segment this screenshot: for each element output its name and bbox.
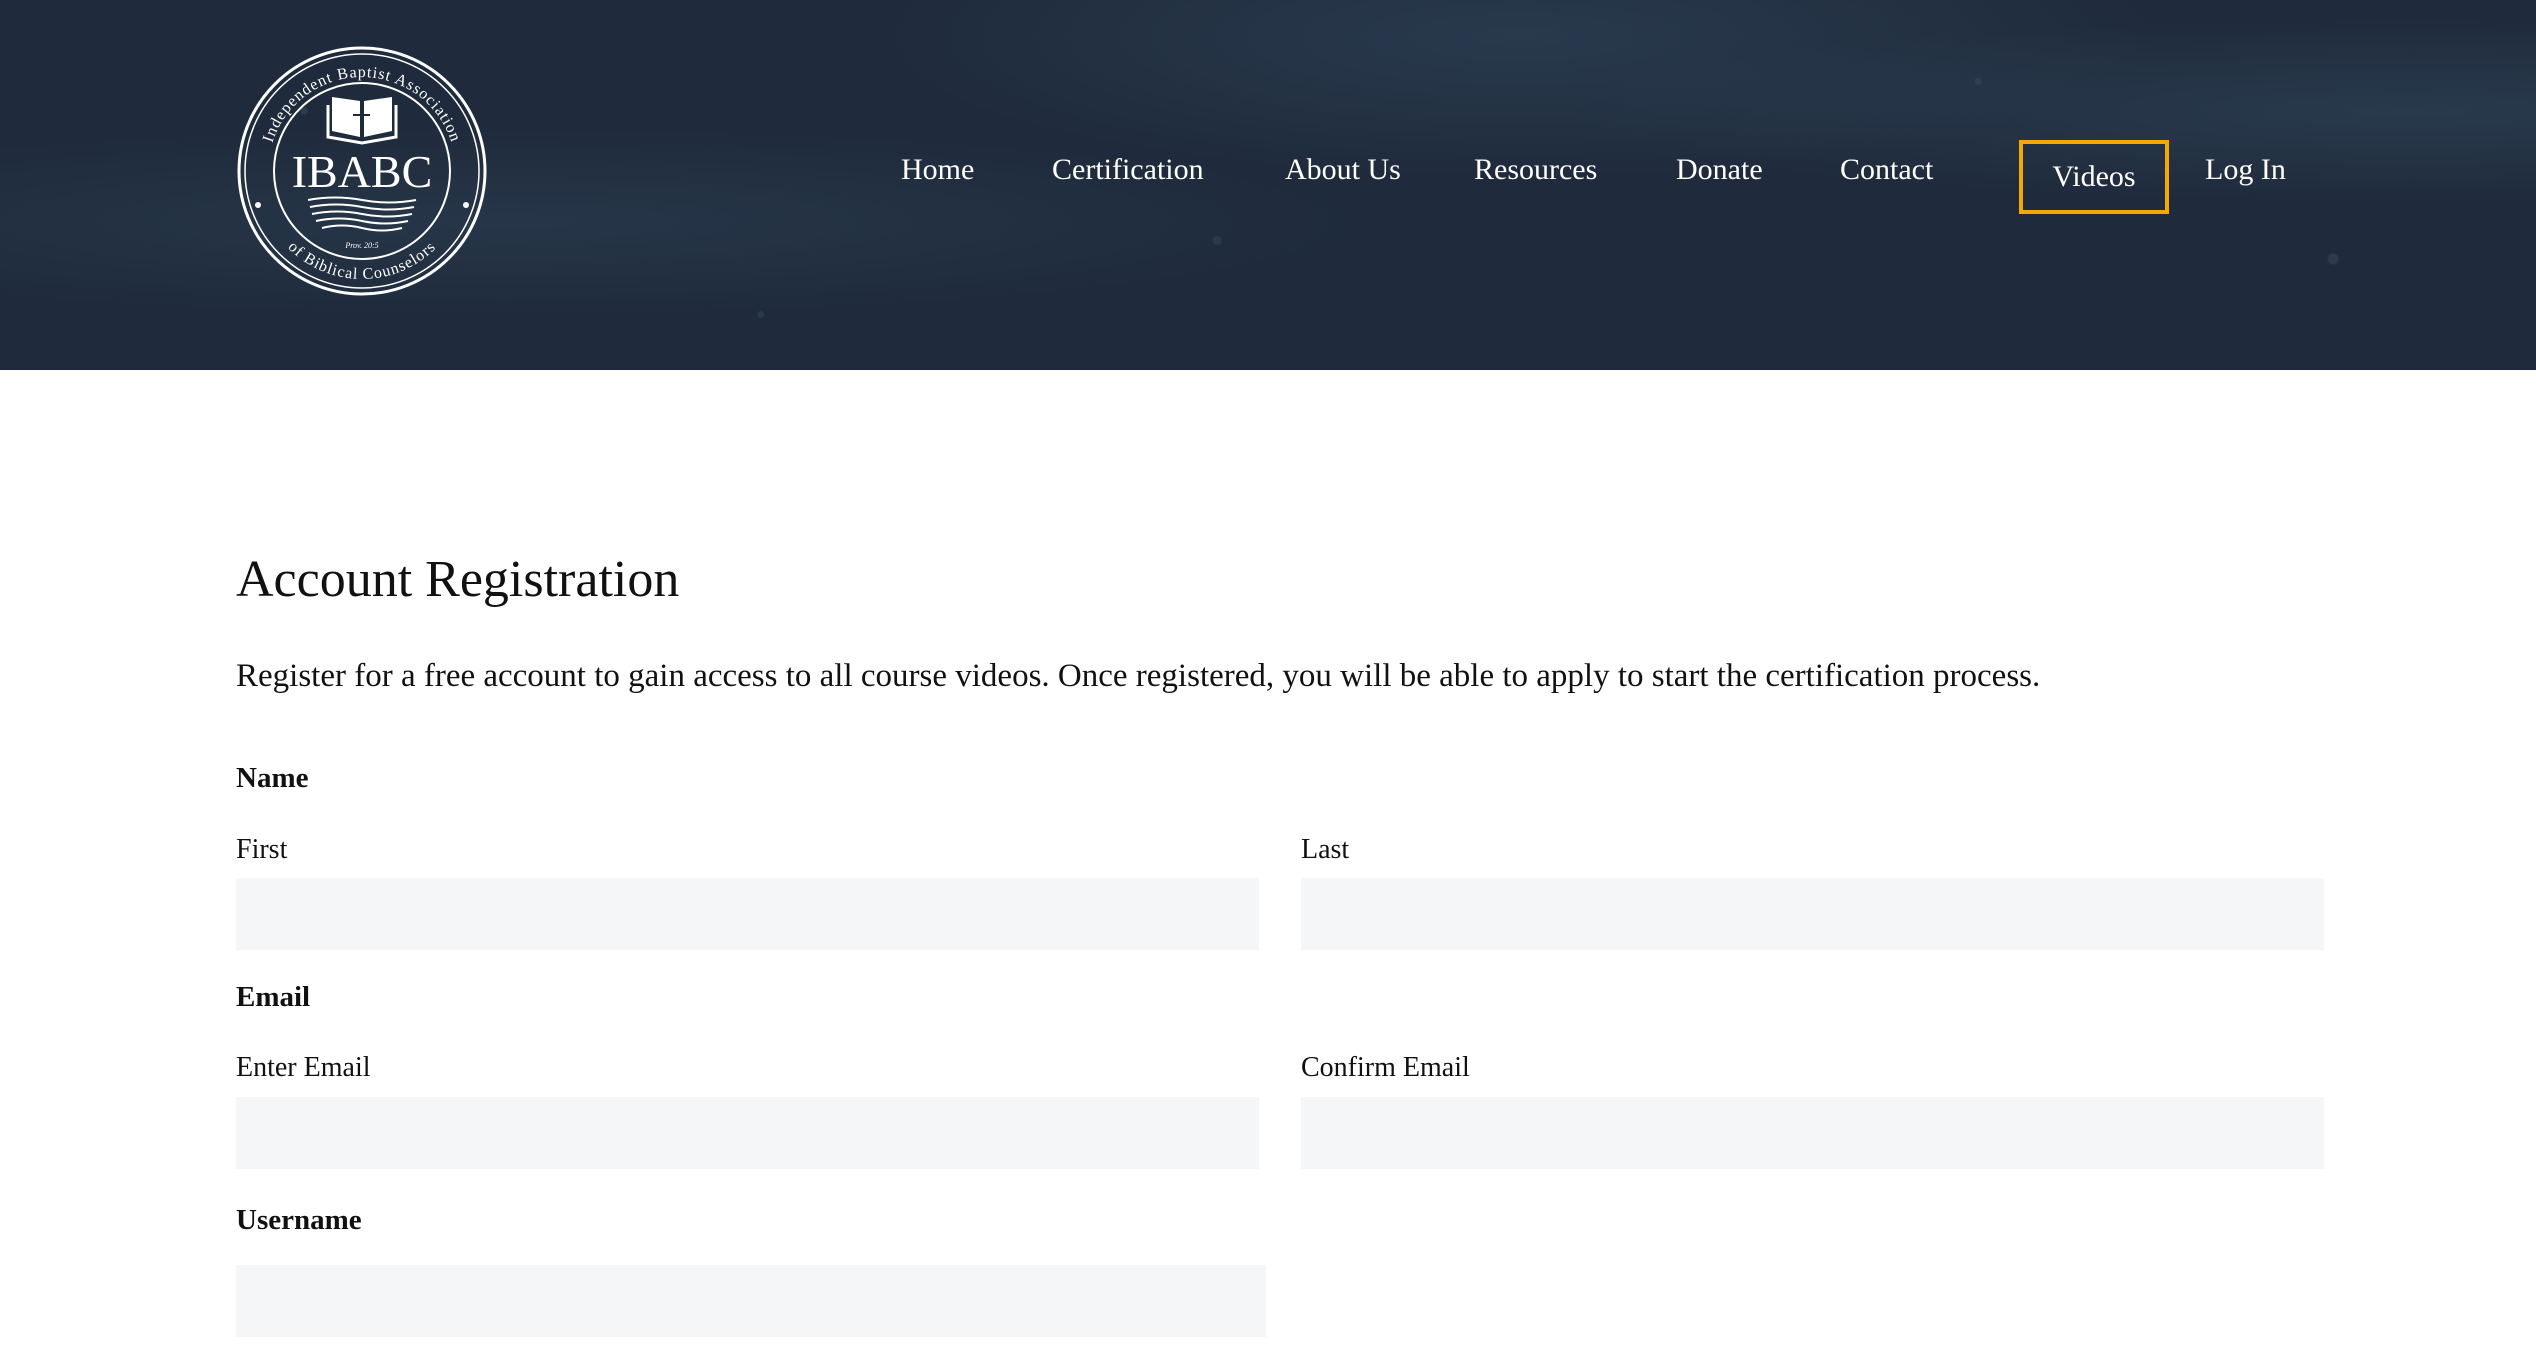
name-section-label: Name: [236, 762, 309, 794]
first-name-label: First: [236, 834, 288, 865]
confirm-email-input[interactable]: [1301, 1097, 2324, 1169]
last-name-input[interactable]: [1301, 878, 2324, 950]
username-section-label: Username: [236, 1204, 362, 1236]
nav-about-us[interactable]: About Us: [1285, 140, 1401, 214]
nav-contact[interactable]: Contact: [1840, 140, 1933, 214]
nav-home[interactable]: Home: [901, 140, 974, 214]
nav-videos-button[interactable]: Videos: [2019, 140, 2169, 214]
svg-text:Prov. 20:5: Prov. 20:5: [344, 241, 378, 250]
email-section-label: Email: [236, 981, 311, 1013]
intro-text: Register for a free account to gain acce…: [236, 658, 2041, 694]
nav-log-in[interactable]: Log In: [2205, 140, 2286, 214]
nav-donate[interactable]: Donate: [1676, 140, 1763, 214]
nav-resources[interactable]: Resources: [1474, 140, 1597, 214]
username-input[interactable]: [236, 1265, 1266, 1337]
open-bible-cross-icon: [326, 97, 398, 145]
site-header: Independent Baptist Association of Bibli…: [0, 0, 2536, 370]
enter-email-label: Enter Email: [236, 1052, 371, 1083]
first-name-input[interactable]: [236, 878, 1259, 950]
page-title: Account Registration: [236, 551, 680, 608]
nav-certification[interactable]: Certification: [1052, 140, 1204, 214]
last-name-label: Last: [1301, 834, 1350, 865]
enter-email-input[interactable]: [236, 1097, 1259, 1169]
main-nav: Home Certification About Us Resources Do…: [0, 140, 2536, 214]
confirm-email-label: Confirm Email: [1301, 1052, 1470, 1083]
